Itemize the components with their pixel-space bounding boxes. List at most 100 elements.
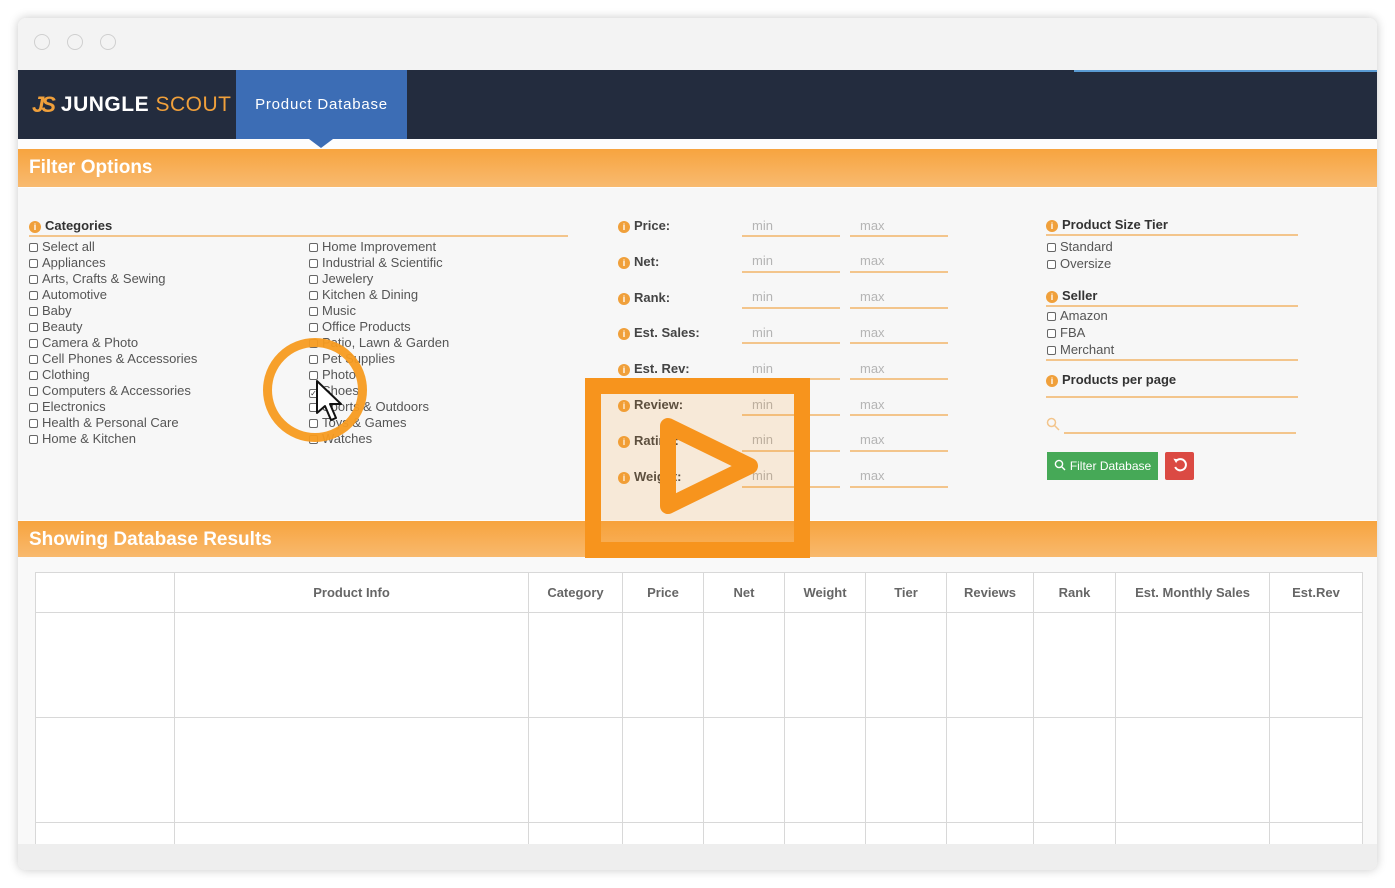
seller-merchant[interactable]: Merchant <box>1047 342 1114 359</box>
table-cell <box>174 717 529 823</box>
filter-database-button[interactable]: Filter Database <box>1047 452 1158 480</box>
category-clothing[interactable]: Clothing <box>29 367 197 383</box>
checkbox[interactable] <box>29 243 38 252</box>
table-cell <box>784 612 866 718</box>
checkbox[interactable] <box>29 435 38 444</box>
seller-amazon[interactable]: Amazon <box>1047 308 1114 325</box>
checkbox[interactable] <box>29 355 38 364</box>
range-min-input-price[interactable] <box>742 215 840 237</box>
checkbox[interactable] <box>309 243 318 252</box>
checkbox-label: Select all <box>42 239 95 254</box>
category-office-products[interactable]: Office Products <box>309 319 449 335</box>
checkbox-label: Appliances <box>42 255 106 270</box>
play-icon[interactable] <box>654 412 764 524</box>
table-cell <box>946 717 1034 823</box>
category-beauty[interactable]: Beauty <box>29 319 197 335</box>
window-minimize-dot[interactable] <box>67 34 83 50</box>
checkbox[interactable] <box>29 387 38 396</box>
range-max-input-price[interactable] <box>850 215 948 237</box>
checkbox[interactable] <box>309 307 318 316</box>
range-max-input-weight[interactable] <box>850 465 948 488</box>
column-header-reviews[interactable]: Reviews <box>946 572 1034 613</box>
checkbox[interactable] <box>309 259 318 268</box>
jungle-scout-logo[interactable]: JS JUNGLE SCOUT <box>32 70 231 139</box>
checkbox[interactable] <box>29 419 38 428</box>
category-kitchen-dining[interactable]: Kitchen & Dining <box>309 287 449 303</box>
checkbox[interactable] <box>1047 346 1056 355</box>
reset-filters-button[interactable] <box>1165 452 1194 480</box>
range-max-input-rating[interactable] <box>850 429 948 452</box>
checkbox[interactable] <box>309 275 318 284</box>
category-appliances[interactable]: Appliances <box>29 255 197 271</box>
column-header-price[interactable]: Price <box>622 572 704 613</box>
checkbox-label: FBA <box>1060 325 1086 340</box>
seller-fba[interactable]: FBA <box>1047 325 1114 342</box>
search-icon <box>1054 459 1066 474</box>
window-close-dot[interactable] <box>34 34 50 50</box>
size-tier-standard[interactable]: Standard <box>1047 239 1113 256</box>
checkbox[interactable] <box>1047 312 1056 321</box>
checkbox[interactable] <box>29 339 38 348</box>
tab-product-database[interactable]: Product Database <box>236 70 407 139</box>
per-page-heading-label: Products per page <box>1062 372 1177 387</box>
category-cell-phones-accessories[interactable]: Cell Phones & Accessories <box>29 351 197 367</box>
checkbox[interactable] <box>1047 329 1056 338</box>
category-jewelery[interactable]: Jewelery <box>309 271 449 287</box>
range-min-input-est-rev[interactable] <box>742 358 840 381</box>
checkbox[interactable] <box>1047 260 1056 269</box>
column-header-tier[interactable]: Tier <box>865 572 947 613</box>
category-industrial-scientific[interactable]: Industrial & Scientific <box>309 255 449 271</box>
table-cell <box>1115 612 1270 718</box>
category-computers-accessories[interactable]: Computers & Accessories <box>29 383 197 399</box>
category-music[interactable]: Music <box>309 303 449 319</box>
column-header-est-monthly-sales[interactable]: Est. Monthly Sales <box>1115 572 1270 613</box>
column-header-rank[interactable]: Rank <box>1033 572 1116 613</box>
range-label-est-sales: i Est. Sales: <box>618 325 700 341</box>
checkbox-label: Amazon <box>1060 308 1108 323</box>
range-max-input-net[interactable] <box>850 250 948 273</box>
column-header-weight[interactable]: Weight <box>784 572 866 613</box>
range-max-input-est-sales[interactable] <box>850 322 948 345</box>
range-label-rank: i Rank: <box>618 290 670 305</box>
checkbox[interactable] <box>29 259 38 268</box>
category-electronics[interactable]: Electronics <box>29 399 197 415</box>
size-tier-oversize[interactable]: Oversize <box>1047 256 1113 273</box>
checkbox[interactable] <box>29 403 38 412</box>
category-health-personal-care[interactable]: Health & Personal Care <box>29 415 197 431</box>
table-row <box>35 717 1363 823</box>
column-header-category[interactable]: Category <box>528 572 623 613</box>
checkbox[interactable] <box>309 291 318 300</box>
checkbox[interactable] <box>29 291 38 300</box>
range-max-input-est-rev[interactable] <box>850 358 948 381</box>
category-baby[interactable]: Baby <box>29 303 197 319</box>
range-label-text: Rank: <box>634 289 671 305</box>
category-arts-crafts-sewing[interactable]: Arts, Crafts & Sewing <box>29 271 197 287</box>
column-header-est-rev[interactable]: Est.Rev <box>1269 572 1363 613</box>
category-home-kitchen[interactable]: Home & Kitchen <box>29 431 197 447</box>
checkbox-label: Beauty <box>42 319 83 334</box>
checkbox[interactable] <box>29 371 38 380</box>
range-max-input-review[interactable] <box>850 394 948 416</box>
range-min-input-rank[interactable] <box>742 286 840 309</box>
window-maximize-dot[interactable] <box>100 34 116 50</box>
range-label-text: Net: <box>634 253 660 269</box>
range-label-text: Est. Sales: <box>634 325 700 341</box>
category-home-improvement[interactable]: Home Improvement <box>309 239 449 255</box>
checkbox[interactable] <box>29 275 38 284</box>
range-min-input-est-sales[interactable] <box>742 322 840 345</box>
checkbox[interactable] <box>29 323 38 332</box>
category-automotive[interactable]: Automotive <box>29 287 197 303</box>
range-max-input-rank[interactable] <box>850 286 948 309</box>
checkbox[interactable] <box>29 307 38 316</box>
column-header-product-info[interactable]: Product Info <box>174 572 529 613</box>
table-cell <box>1033 717 1116 823</box>
seller-list: Amazon FBA Merchant <box>1047 308 1114 359</box>
category-select-all[interactable]: Select all <box>29 239 197 255</box>
per-page-search-input[interactable] <box>1064 420 1296 434</box>
category-camera-photo[interactable]: Camera & Photo <box>29 335 197 351</box>
range-min-input-net[interactable] <box>742 250 840 273</box>
checkbox-label: Merchant <box>1060 342 1115 357</box>
checkbox[interactable] <box>1047 243 1056 252</box>
column-header-net[interactable]: Net <box>703 572 785 613</box>
checkbox[interactable] <box>309 323 318 332</box>
